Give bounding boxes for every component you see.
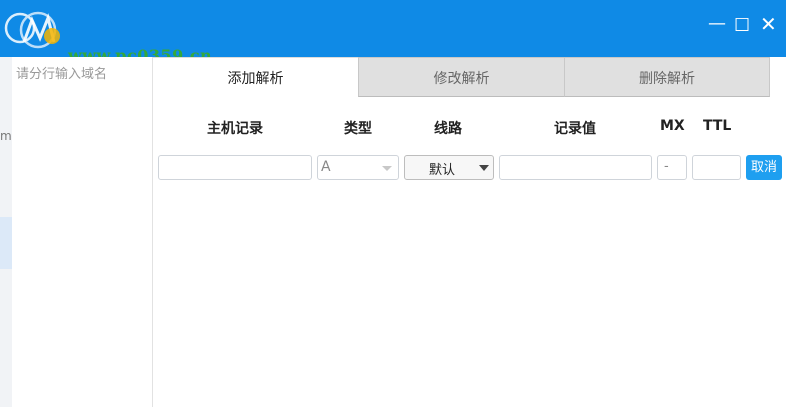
ttl-input[interactable] xyxy=(692,155,741,180)
domain-input-panel[interactable]: 请分行输入域名 xyxy=(12,57,153,407)
column-header-line: 线路 xyxy=(434,121,462,137)
column-header-host: 主机记录 xyxy=(207,121,263,137)
chevron-down-icon xyxy=(382,166,392,171)
record-type-select[interactable]: A xyxy=(317,155,399,180)
left-sidebar-strip: m xyxy=(0,57,12,407)
column-header-ttl: TTL xyxy=(703,118,732,134)
title-bar: www.pc0359.cn — ☐ ✕ xyxy=(0,0,786,65)
tab-delete-record[interactable]: 删除解析 xyxy=(565,57,770,97)
line-select[interactable]: 默认 xyxy=(404,155,494,180)
sidebar-selected-item[interactable] xyxy=(0,217,12,269)
mx-input[interactable]: - xyxy=(657,155,687,180)
tab-bar: 添加解析 修改解析 删除解析 xyxy=(153,57,770,98)
close-button[interactable]: ✕ xyxy=(760,14,777,34)
minimize-button[interactable]: — xyxy=(708,14,726,34)
tab-add-record[interactable]: 添加解析 xyxy=(153,57,358,97)
sidebar-clipped-text: m xyxy=(0,129,12,143)
line-value: 默认 xyxy=(429,163,456,178)
maximize-button[interactable]: ☐ xyxy=(734,16,750,36)
cancel-button[interactable]: 取消 xyxy=(746,155,782,180)
mx-value: - xyxy=(664,159,669,174)
record-type-value: A xyxy=(321,159,331,175)
app-logo-icon xyxy=(4,11,60,49)
host-record-input[interactable] xyxy=(158,155,312,180)
column-header-mx: MX xyxy=(660,118,685,134)
column-header-value: 记录值 xyxy=(554,121,596,137)
chevron-down-icon xyxy=(479,165,489,171)
column-header-type: 类型 xyxy=(344,121,372,137)
tab-edit-record[interactable]: 修改解析 xyxy=(358,57,565,97)
record-value-input[interactable] xyxy=(499,155,652,180)
domain-input-placeholder: 请分行输入域名 xyxy=(16,67,108,82)
